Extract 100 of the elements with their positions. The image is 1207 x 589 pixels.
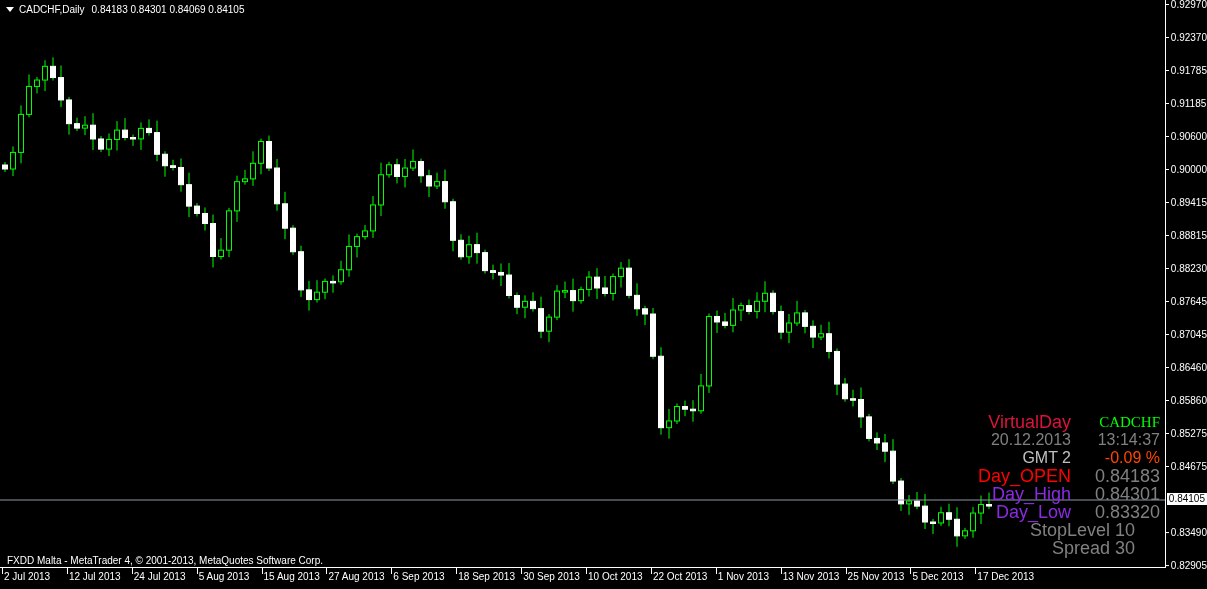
candle <box>186 172 192 218</box>
candle <box>178 157 184 193</box>
candle <box>90 112 96 151</box>
date-label: 15 Aug 2013 <box>263 571 320 582</box>
candle <box>490 264 496 280</box>
candle <box>954 506 960 548</box>
candle <box>930 518 936 535</box>
candle <box>266 135 272 172</box>
price-label: 0.89415 <box>1170 196 1207 208</box>
candle <box>202 206 208 232</box>
candle <box>234 175 240 223</box>
info-label: Day_High <box>991 485 1071 503</box>
date-label: 5 Aug 2013 <box>198 571 250 582</box>
info-text: StopLevel 10 <box>1029 521 1135 539</box>
candle <box>842 377 848 403</box>
date-label: 12 Jul 2013 <box>68 571 121 582</box>
date-label: 25 Nov 2013 <box>847 571 905 582</box>
candle <box>922 493 928 530</box>
candle <box>170 159 176 171</box>
info-value: 13:14:37 <box>1096 431 1160 449</box>
candle <box>386 161 392 179</box>
candle <box>562 281 568 299</box>
candle <box>866 413 872 442</box>
candle <box>786 313 792 344</box>
candle <box>890 438 896 485</box>
price-label: 0.87045 <box>1170 328 1207 340</box>
candle <box>394 158 400 184</box>
candle <box>874 431 880 451</box>
info-label: Day_Low <box>995 503 1071 521</box>
date-label: 27 Aug 2013 <box>328 571 385 582</box>
date-label: 18 Sep 2013 <box>458 571 515 582</box>
candle <box>746 299 752 315</box>
date-label: 2 Jul 2013 <box>4 571 51 582</box>
candle <box>674 403 680 425</box>
date-label: 24 Jul 2013 <box>133 571 186 582</box>
date-label: 1 Nov 2013 <box>717 571 769 582</box>
candle <box>538 296 544 339</box>
info-value: 0.84301 <box>1093 485 1160 503</box>
candle <box>66 96 72 136</box>
candle <box>698 373 704 415</box>
candle <box>690 399 696 423</box>
candle <box>978 495 984 525</box>
candle <box>162 150 168 178</box>
candle <box>322 277 328 300</box>
candle <box>114 120 120 151</box>
price-label: 0.90600 <box>1170 130 1207 142</box>
candle <box>98 135 104 153</box>
candle <box>642 305 648 326</box>
date-label: 6 Sep 2013 <box>393 571 445 582</box>
candle <box>138 121 144 151</box>
info-label: 20.12.2013 <box>990 431 1071 449</box>
candle <box>714 309 720 334</box>
candle <box>914 491 920 510</box>
candle <box>58 65 64 108</box>
candle <box>618 261 624 289</box>
candle <box>506 262 512 299</box>
candle <box>210 214 216 268</box>
candle <box>554 284 560 321</box>
chart-prices: 0.84183 0.84301 0.84069 0.84105 <box>91 4 245 15</box>
candle <box>762 280 768 313</box>
candle <box>466 235 472 265</box>
candle <box>306 280 312 312</box>
candle <box>482 249 488 275</box>
candle <box>522 294 528 319</box>
candle <box>770 289 776 316</box>
candle <box>74 117 80 132</box>
price-label: 0.86460 <box>1170 362 1207 373</box>
candle <box>130 134 136 147</box>
dropdown-triangle-icon[interactable] <box>6 7 14 12</box>
candle <box>722 312 728 329</box>
candle <box>530 291 536 313</box>
candle <box>34 76 40 94</box>
candle <box>850 389 856 407</box>
candle <box>810 319 816 349</box>
candle <box>218 237 224 260</box>
price-label: 0.82905 <box>1170 560 1207 572</box>
candle <box>514 292 520 315</box>
candle <box>802 309 808 334</box>
price-label: 0.92970 <box>1170 0 1207 10</box>
candle <box>946 503 952 527</box>
candle <box>754 291 760 319</box>
date-label: 22 Oct 2013 <box>652 571 708 582</box>
price-label: 0.87645 <box>1170 295 1207 307</box>
candle <box>474 232 480 265</box>
candle <box>546 313 552 343</box>
candle <box>626 258 632 299</box>
candle <box>354 233 360 258</box>
date-label: 10 Oct 2013 <box>588 571 643 582</box>
candle <box>610 273 616 301</box>
candle <box>730 297 736 333</box>
candle <box>498 262 504 287</box>
candle <box>738 302 744 322</box>
candle <box>906 494 912 516</box>
price-label: 0.88815 <box>1170 229 1207 241</box>
candle <box>242 169 248 186</box>
candle <box>362 224 368 241</box>
candle <box>898 477 904 512</box>
candle <box>82 115 88 136</box>
date-label: 5 Dec 2013 <box>912 571 964 582</box>
candle <box>370 195 376 239</box>
